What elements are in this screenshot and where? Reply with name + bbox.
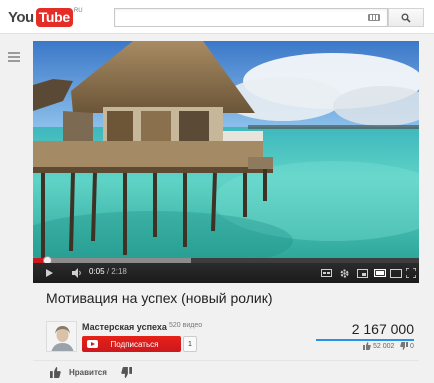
time-display: 0:05 / 2:18 bbox=[89, 267, 127, 276]
guide-menu-icon[interactable] bbox=[8, 52, 20, 62]
video-title: Мотивация на успех (новый ролик) bbox=[46, 290, 273, 306]
channel-name[interactable]: Мастерская успеха bbox=[82, 322, 167, 332]
current-time: 0:05 bbox=[89, 267, 105, 276]
miniplayer-button[interactable] bbox=[354, 263, 370, 283]
thumbs-up-icon bbox=[363, 342, 371, 350]
subscriber-count: 1 bbox=[183, 336, 197, 352]
dislike-button[interactable] bbox=[121, 366, 132, 378]
dislike-count: 0 bbox=[400, 342, 414, 350]
youtube-logo[interactable]: You Tube RU bbox=[8, 7, 83, 27]
avatar-image bbox=[47, 322, 76, 351]
play-button[interactable] bbox=[41, 263, 57, 283]
youtube-watch-page: You Tube RU 0:05 / 2:18 Мотивация на усп… bbox=[0, 0, 434, 383]
masthead: You Tube RU bbox=[0, 0, 434, 34]
search-button[interactable] bbox=[388, 8, 424, 27]
search-input[interactable] bbox=[114, 8, 388, 27]
youtube-play-icon bbox=[87, 340, 98, 348]
thumbs-down-icon bbox=[400, 342, 408, 350]
video-frame[interactable] bbox=[33, 41, 419, 259]
like-ratio-fill bbox=[316, 339, 414, 341]
like-button[interactable]: Нравится bbox=[50, 366, 107, 378]
theater-mode-icon bbox=[374, 269, 386, 277]
thumbs-up-icon bbox=[50, 366, 61, 378]
captions-icon bbox=[320, 269, 332, 277]
size-button[interactable] bbox=[388, 263, 404, 283]
video-player[interactable]: 0:05 / 2:18 bbox=[33, 41, 419, 283]
search-icon bbox=[401, 13, 411, 23]
captions-button[interactable] bbox=[318, 263, 334, 283]
logo-tube-text: Tube bbox=[35, 7, 73, 27]
settings-button[interactable] bbox=[336, 263, 352, 283]
fullscreen-button[interactable] bbox=[404, 263, 418, 283]
logo-you-text: You bbox=[8, 8, 34, 26]
like-dislike-bar bbox=[316, 339, 414, 341]
play-icon bbox=[45, 269, 53, 277]
view-count: 2 167 000 bbox=[351, 321, 414, 337]
subscribe-button[interactable]: Подписаться bbox=[82, 336, 181, 352]
keyboard-icon[interactable] bbox=[368, 14, 380, 21]
dislike-count-text: 0 bbox=[410, 342, 414, 350]
like-count: 52 002 bbox=[363, 342, 394, 350]
volume-button[interactable] bbox=[69, 263, 85, 283]
channel-video-count[interactable]: 520 видео bbox=[169, 322, 202, 329]
volume-icon bbox=[71, 268, 81, 278]
miniplayer-icon bbox=[356, 268, 368, 278]
player-controls: 0:05 / 2:18 bbox=[33, 263, 419, 283]
thumbs-down-icon bbox=[121, 366, 132, 378]
size-icon bbox=[390, 268, 402, 278]
theater-mode-button[interactable] bbox=[372, 263, 388, 283]
duration: 2:18 bbox=[111, 267, 127, 276]
logo-region: RU bbox=[73, 8, 83, 14]
like-button-label: Нравится bbox=[69, 367, 107, 377]
like-count-text: 52 002 bbox=[373, 342, 395, 350]
settings-icon bbox=[340, 269, 348, 277]
divider bbox=[33, 360, 419, 361]
channel-avatar[interactable] bbox=[46, 321, 77, 352]
fullscreen-icon bbox=[406, 268, 416, 278]
subscribe-label: Подписаться bbox=[110, 339, 159, 349]
